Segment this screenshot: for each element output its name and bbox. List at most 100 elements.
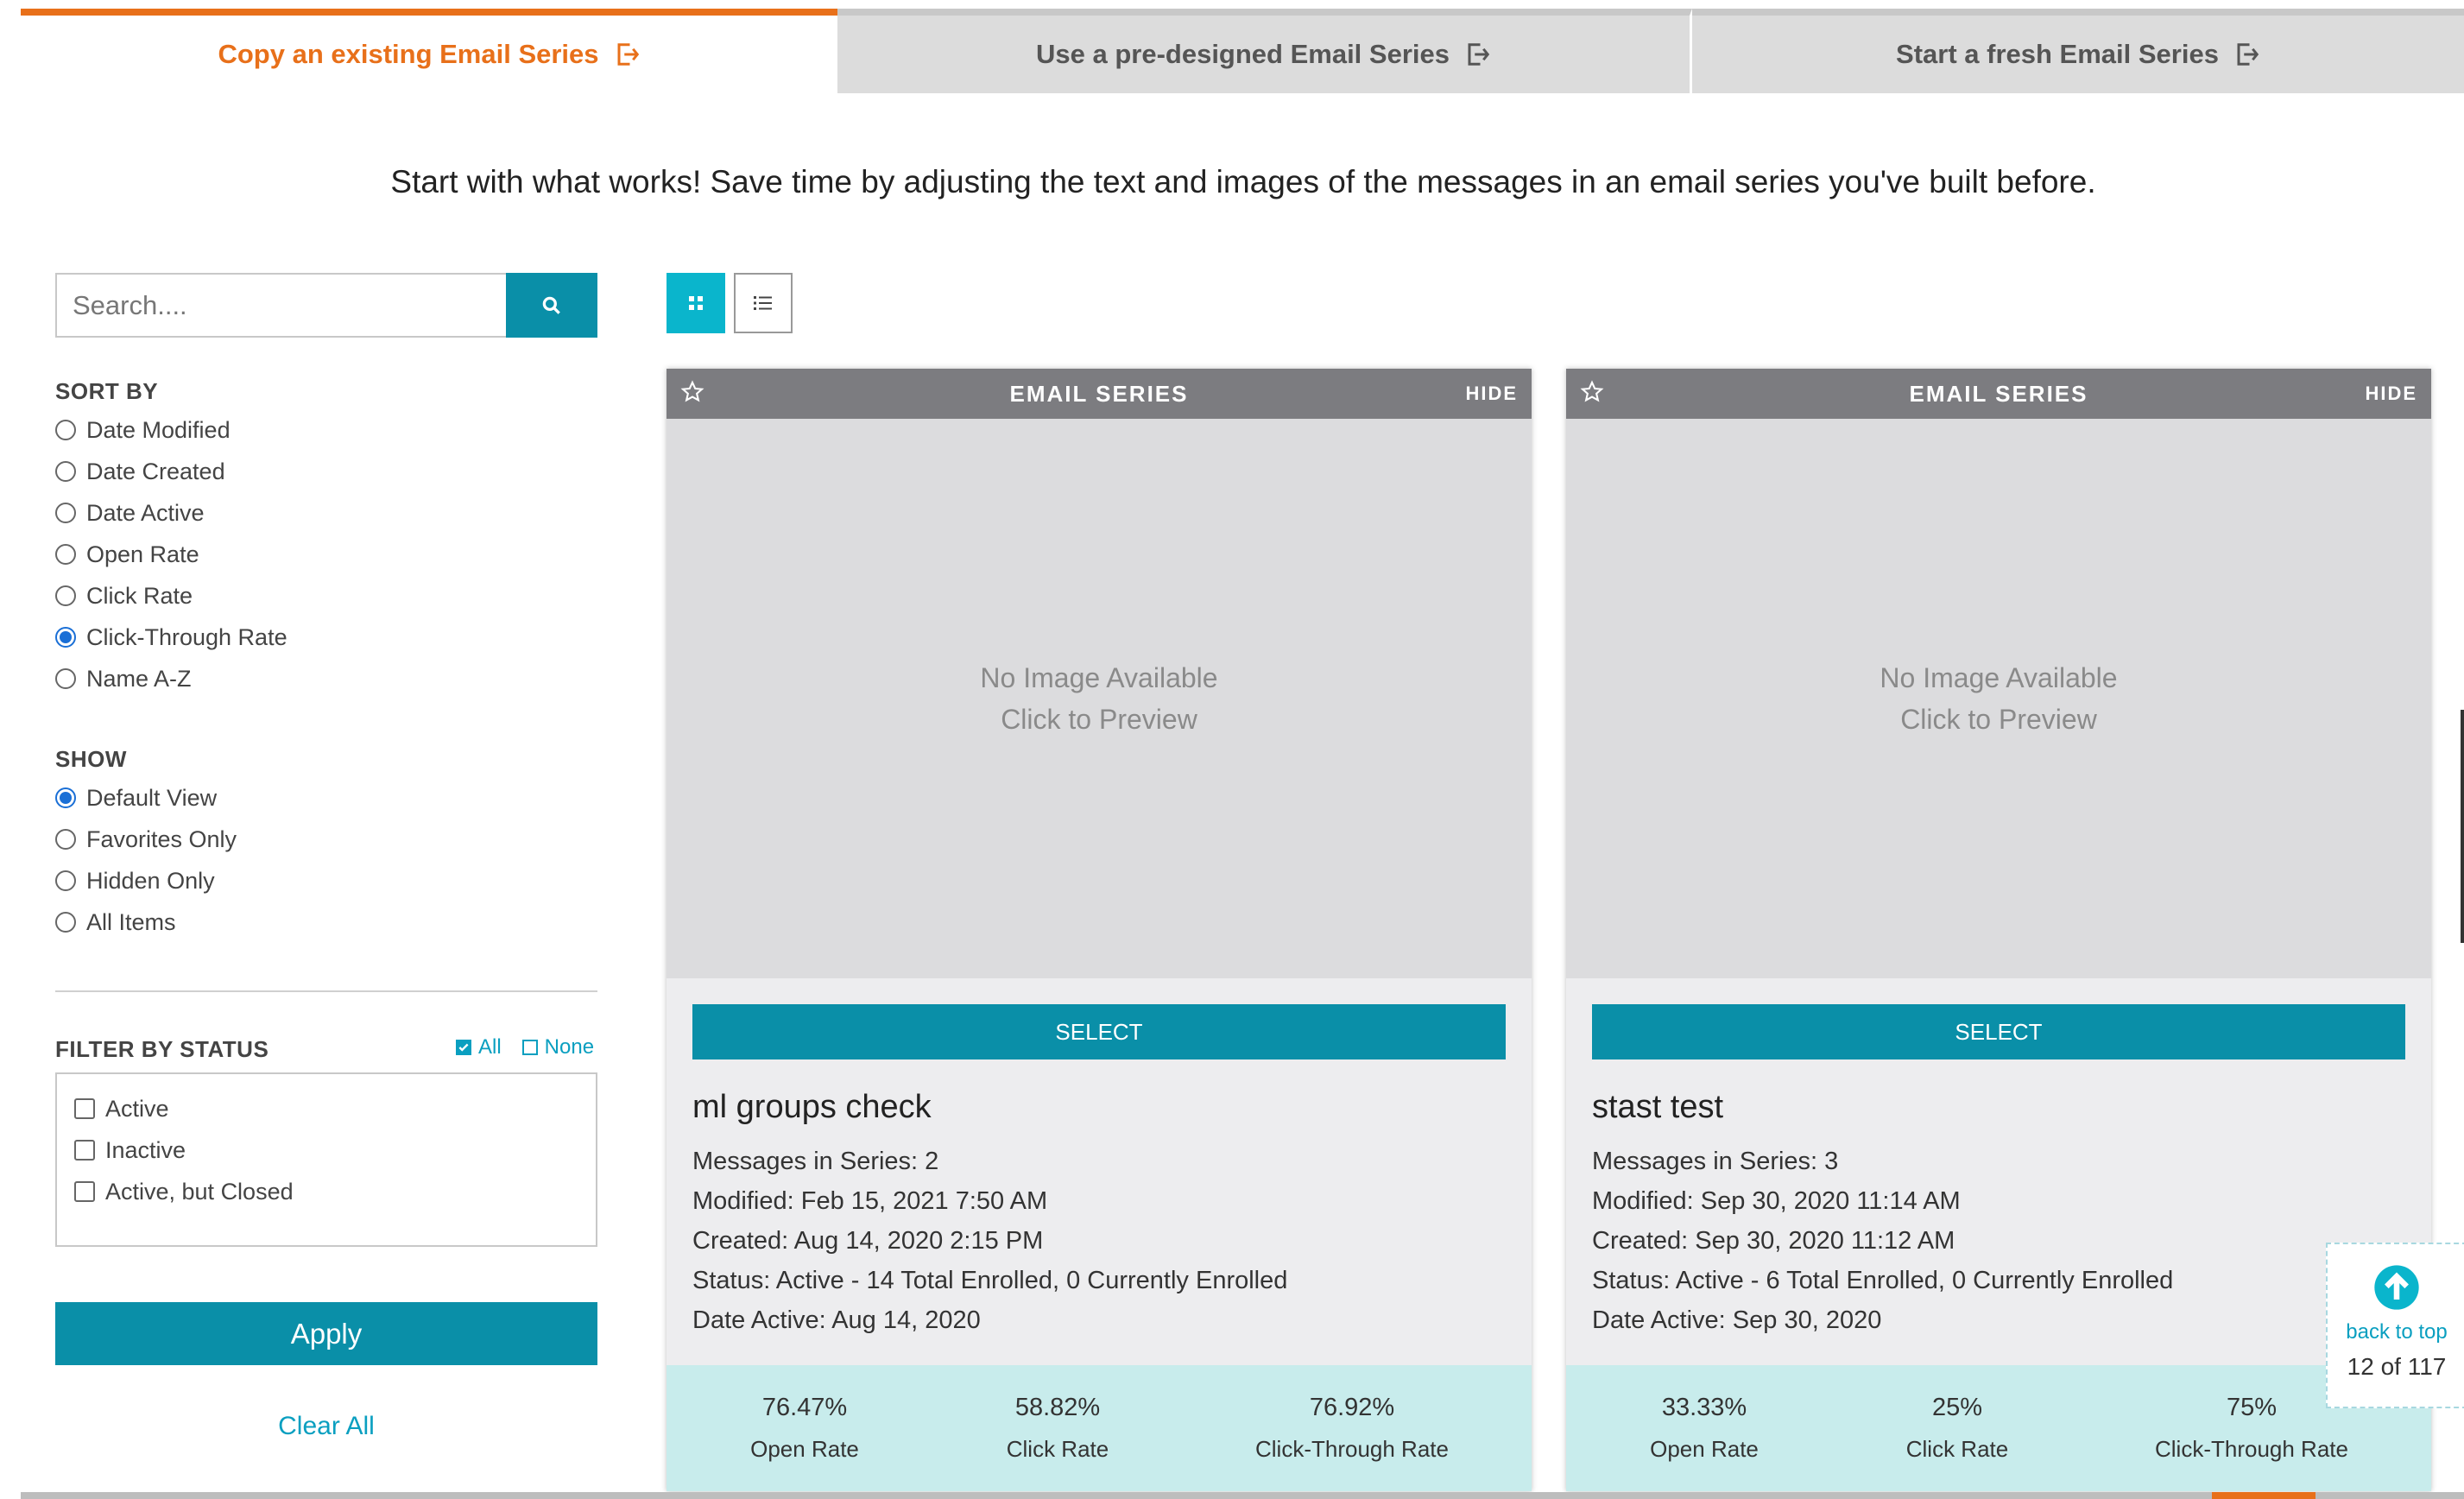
show-option-all-items[interactable]: All Items xyxy=(55,901,237,943)
card-type-label: EMAIL SERIES xyxy=(1009,380,1189,407)
option-label: Date Modified xyxy=(86,416,231,443)
external-link-icon xyxy=(615,41,641,67)
select-button[interactable]: SELECT xyxy=(1592,1004,2405,1059)
check-icon xyxy=(456,1040,471,1055)
radio-button[interactable] xyxy=(55,585,76,606)
filter-select-none[interactable]: None xyxy=(521,1035,595,1059)
clear-all-link[interactable]: Clear All xyxy=(55,1412,597,1441)
radio-button[interactable] xyxy=(55,668,76,689)
search-input[interactable] xyxy=(55,273,506,338)
show-option-default-view[interactable]: Default View xyxy=(55,777,237,819)
bottom-scroll-track xyxy=(21,1492,2464,1499)
hide-link[interactable]: HIDE xyxy=(2365,383,2417,405)
click-rate-stat: 25% Click Rate xyxy=(1842,1365,2072,1491)
option-label: Name A-Z xyxy=(86,665,192,692)
status-filter-box: Active Inactive Active, but Closed xyxy=(55,1072,597,1247)
list-view-button[interactable] xyxy=(734,273,793,333)
select-button[interactable]: SELECT xyxy=(692,1004,1506,1059)
hide-link[interactable]: HIDE xyxy=(1465,383,1518,405)
sort-option-date-active[interactable]: Date Active xyxy=(55,492,287,534)
open-rate-value: 33.33% xyxy=(1661,1394,1747,1421)
show-option-favorites-only[interactable]: Favorites Only xyxy=(55,819,237,860)
radio-button[interactable] xyxy=(55,870,76,891)
show-label: SHOW xyxy=(55,746,127,772)
status-option-inactive[interactable]: Inactive xyxy=(74,1129,578,1171)
sort-option-date-created[interactable]: Date Created xyxy=(55,451,287,492)
preview-area[interactable]: No Image Available Click to Preview xyxy=(667,419,1532,978)
open-rate-stat: 33.33% Open Rate xyxy=(1566,1365,1842,1491)
radio-button[interactable] xyxy=(55,544,76,565)
all-label: All xyxy=(478,1035,502,1059)
click-to-preview-text: Click to Preview xyxy=(1001,704,1197,735)
option-label: Active xyxy=(105,1095,169,1122)
click-rate-value: 25% xyxy=(1931,1394,1983,1421)
option-label: Click Rate xyxy=(86,582,193,609)
grid-view-button[interactable] xyxy=(667,273,725,333)
filter-select-all[interactable]: All xyxy=(456,1035,502,1059)
radio-button[interactable] xyxy=(55,461,76,482)
radio-button[interactable] xyxy=(55,420,76,440)
date-active: Date Active: Sep 30, 2020 xyxy=(1592,1306,1882,1334)
option-label: All Items xyxy=(86,908,176,935)
checkbox[interactable] xyxy=(74,1181,95,1202)
tab-copy-existing[interactable]: Copy an existing Email Series xyxy=(21,9,837,93)
open-rate-stat: 76.47% Open Rate xyxy=(667,1365,943,1491)
ctr-stat: 76.92% Click-Through Rate xyxy=(1172,1365,1532,1491)
sort-option-open-rate[interactable]: Open Rate xyxy=(55,534,287,575)
stats-bar: 76.47% Open Rate 58.82% Click Rate 76.92% C… xyxy=(667,1365,1532,1491)
tab-pre-designed[interactable]: Use a pre-designed Email Series xyxy=(837,9,1692,93)
back-to-top-label: back to top xyxy=(2346,1320,2448,1344)
show-option-hidden-only[interactable]: Hidden Only xyxy=(55,860,237,901)
tab-start-fresh[interactable]: Start a fresh Email Series xyxy=(1692,9,2464,93)
option-label: Hidden Only xyxy=(86,867,215,894)
email-series-card: EMAIL SERIES HIDE No Image Available Cli… xyxy=(1566,369,2431,1491)
option-label: Date Created xyxy=(86,458,225,484)
sort-option-name-az[interactable]: Name A-Z xyxy=(55,658,287,699)
card-header: EMAIL SERIES HIDE xyxy=(667,369,1532,419)
ctr-value: 76.92% xyxy=(1309,1394,1395,1421)
apply-button[interactable]: Apply xyxy=(55,1302,597,1365)
filter-select-links: All None xyxy=(456,1035,594,1059)
status-text: Status: Active - 14 Total Enrolled, 0 Cu… xyxy=(692,1267,1288,1294)
preview-area[interactable]: No Image Available Click to Preview xyxy=(1566,419,2431,978)
click-rate-label: Click Rate xyxy=(1006,1436,1109,1462)
radio-button-selected[interactable] xyxy=(55,627,76,648)
radio-button[interactable] xyxy=(55,829,76,850)
status-text: Status: Active - 6 Total Enrolled, 0 Cur… xyxy=(1592,1267,2174,1294)
series-details: Messages in Series: 3 Modified: Sep 30, … xyxy=(1592,1142,2405,1340)
external-link-icon xyxy=(2234,41,2260,67)
stats-bar: 33.33% Open Rate 25% Click Rate 75% Click-T… xyxy=(1566,1365,2431,1491)
back-to-top-button[interactable]: back to top 12 of 117 xyxy=(2326,1243,2464,1408)
checkbox[interactable] xyxy=(74,1098,95,1119)
checkbox[interactable] xyxy=(74,1140,95,1161)
no-image-text: No Image Available xyxy=(980,662,1218,693)
tab-label: Start a fresh Email Series xyxy=(1896,39,2219,69)
star-icon[interactable] xyxy=(680,379,704,408)
sort-option-click-through-rate[interactable]: Click-Through Rate xyxy=(55,617,287,658)
none-label: None xyxy=(544,1035,595,1059)
status-option-active-but-closed[interactable]: Active, but Closed xyxy=(74,1171,578,1212)
series-details: Messages in Series: 2 Modified: Feb 15, … xyxy=(692,1142,1506,1340)
tab-label: Copy an existing Email Series xyxy=(218,39,599,69)
modified-date: Modified: Feb 15, 2021 7:50 AM xyxy=(692,1187,1048,1215)
option-label: Date Active xyxy=(86,499,205,526)
radio-button[interactable] xyxy=(55,503,76,523)
created-date: Created: Aug 14, 2020 2:15 PM xyxy=(692,1227,1044,1255)
star-icon[interactable] xyxy=(1580,379,1604,408)
vertical-scrollbar[interactable] xyxy=(2461,710,2464,943)
radio-button-selected[interactable] xyxy=(55,787,76,808)
radio-button[interactable] xyxy=(55,912,76,933)
sort-by-label: SORT BY xyxy=(55,378,159,404)
sort-option-date-modified[interactable]: Date Modified xyxy=(55,409,287,451)
search-button[interactable] xyxy=(506,273,597,338)
date-active: Date Active: Aug 14, 2020 xyxy=(692,1306,981,1334)
sort-option-click-rate[interactable]: Click Rate xyxy=(55,575,287,617)
card-header: EMAIL SERIES HIDE xyxy=(1566,369,2431,419)
result-count: 12 of 117 xyxy=(2347,1353,2447,1380)
click-rate-value: 58.82% xyxy=(1014,1394,1101,1421)
open-rate-label: Open Rate xyxy=(1650,1436,1759,1462)
email-series-card: EMAIL SERIES HIDE No Image Available Cli… xyxy=(667,369,1532,1491)
click-rate-label: Click Rate xyxy=(1905,1436,2009,1462)
modified-date: Modified: Sep 30, 2020 11:14 AM xyxy=(1592,1187,1961,1215)
status-option-active[interactable]: Active xyxy=(74,1088,578,1129)
